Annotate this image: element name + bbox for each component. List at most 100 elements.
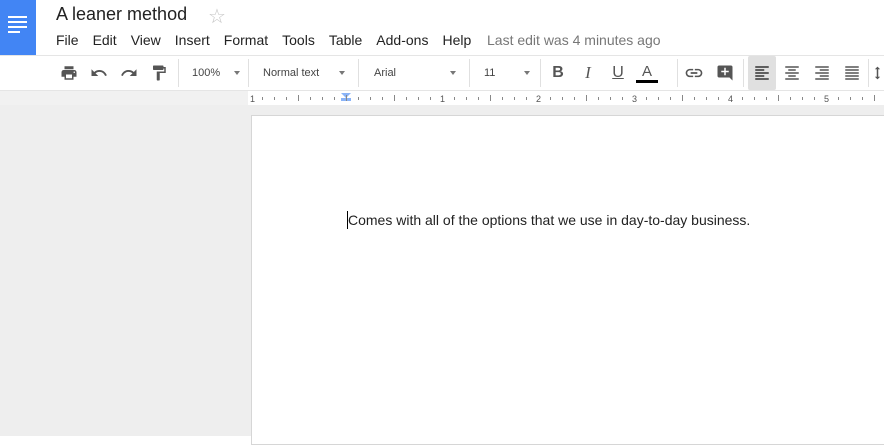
- ruler-tick: [706, 97, 707, 100]
- ruler-tick: [646, 97, 647, 100]
- undo-icon[interactable]: [87, 56, 111, 90]
- ruler-tick: [262, 97, 263, 100]
- chevron-down-icon: [450, 71, 456, 75]
- toolbar-separator: [358, 59, 359, 87]
- ruler-tick: [298, 95, 299, 101]
- docs-home-icon[interactable]: [0, 0, 36, 55]
- font-family-value: Arial: [374, 67, 397, 79]
- ruler-label: 5: [824, 94, 829, 104]
- toolbar-separator: [178, 59, 179, 87]
- text-cursor: [347, 211, 348, 229]
- ruler-tick: [430, 97, 431, 100]
- ruler-tick: [478, 97, 479, 100]
- zoom-value: 100%: [192, 67, 221, 79]
- toolbar-separator: [868, 59, 869, 87]
- bold-icon[interactable]: B: [546, 56, 570, 90]
- document-body-text[interactable]: Comes with all of the options that we us…: [348, 211, 750, 229]
- ruler-label: 3: [632, 94, 637, 104]
- line-spacing-icon[interactable]: [873, 56, 884, 90]
- ruler-tick: [418, 97, 419, 100]
- text-color-icon[interactable]: A: [634, 56, 660, 90]
- ruler-label: 1: [440, 94, 445, 104]
- last-edit-status[interactable]: Last edit was 4 minutes ago: [487, 31, 661, 49]
- toolbar-separator: [248, 59, 249, 87]
- menu-table[interactable]: Table: [322, 31, 369, 49]
- ruler-tick: [658, 97, 659, 100]
- ruler-tick: [490, 95, 491, 101]
- ruler-tick: [718, 97, 719, 100]
- toolbar: 100% Normal text Arial 11 B I U A: [0, 55, 884, 91]
- add-comment-icon[interactable]: [713, 56, 737, 90]
- ruler-tick: [838, 97, 839, 100]
- ruler-tick: [682, 95, 683, 101]
- ruler-tick: [802, 97, 803, 100]
- text-color-glyph: A: [641, 62, 652, 80]
- menu-insert[interactable]: Insert: [168, 31, 217, 49]
- ruler-tick: [610, 97, 611, 100]
- align-center-icon[interactable]: [780, 56, 804, 90]
- document-title[interactable]: A leaner method: [56, 4, 187, 25]
- chevron-down-icon: [524, 71, 530, 75]
- ruler-tick: [850, 97, 851, 100]
- underline-icon[interactable]: U: [606, 56, 630, 90]
- ruler-tick: [586, 95, 587, 101]
- ruler-tick: [814, 97, 815, 100]
- ruler-tick: [598, 97, 599, 100]
- font-size-select[interactable]: 11: [484, 56, 530, 90]
- document-page[interactable]: [251, 115, 884, 445]
- ruler-tick: [502, 97, 503, 100]
- redo-icon[interactable]: [117, 56, 141, 90]
- star-icon[interactable]: ☆: [208, 4, 226, 29]
- ruler-tick: [286, 97, 287, 100]
- ruler-tick: [562, 97, 563, 100]
- ruler-ticks: 1 1 2 3 4 5: [250, 93, 875, 104]
- ruler-tick: [526, 97, 527, 100]
- italic-icon[interactable]: I: [576, 56, 600, 90]
- ruler-tick: [310, 97, 311, 100]
- menu-file[interactable]: File: [49, 31, 86, 49]
- ruler-tick: [742, 97, 743, 100]
- menu-bar: File Edit View Insert Format Tools Table…: [49, 31, 478, 49]
- paragraph-style-value: Normal text: [263, 67, 320, 79]
- ruler-tick: [694, 97, 695, 100]
- ruler-tick: [406, 97, 407, 100]
- print-icon[interactable]: [57, 56, 81, 90]
- toolbar-separator: [677, 59, 678, 87]
- toolbar-separator: [469, 59, 470, 87]
- link-icon[interactable]: [682, 56, 706, 90]
- ruler-tick: [346, 95, 347, 101]
- font-family-select[interactable]: Arial: [374, 56, 456, 90]
- paint-format-icon[interactable]: [147, 56, 171, 90]
- ruler-label: 1: [250, 94, 255, 104]
- horizontal-ruler[interactable]: 1 1 2 3 4 5: [248, 91, 884, 106]
- zoom-select[interactable]: 100%: [192, 56, 240, 90]
- ruler-tick: [778, 95, 779, 101]
- ruler-tick: [514, 97, 515, 100]
- ruler-tick: [382, 97, 383, 100]
- menu-view[interactable]: View: [124, 31, 168, 49]
- paragraph-style-select[interactable]: Normal text: [263, 56, 345, 90]
- menu-addons[interactable]: Add-ons: [369, 31, 435, 49]
- font-size-value: 11: [484, 67, 496, 79]
- ruler-label: 4: [728, 94, 733, 104]
- ruler-tick: [466, 97, 467, 100]
- menu-edit[interactable]: Edit: [86, 31, 124, 49]
- ruler-tick: [790, 97, 791, 100]
- chevron-down-icon: [339, 71, 345, 75]
- ruler-tick: [754, 97, 755, 100]
- ruler-tick: [622, 97, 623, 100]
- chevron-down-icon: [234, 71, 240, 75]
- text-color-swatch: [636, 79, 658, 83]
- align-right-icon[interactable]: [810, 56, 834, 90]
- toolbar-separator: [540, 59, 541, 87]
- align-justify-icon[interactable]: [840, 56, 864, 90]
- menu-tools[interactable]: Tools: [275, 31, 322, 49]
- toolbar-separator: [743, 59, 744, 87]
- ruler-tick: [862, 97, 863, 100]
- ruler-tick: [322, 97, 323, 100]
- align-left-icon[interactable]: [748, 56, 776, 90]
- menu-format[interactable]: Format: [217, 31, 275, 49]
- ruler-tick: [358, 97, 359, 100]
- menu-help[interactable]: Help: [435, 31, 478, 49]
- ruler-tick: [550, 97, 551, 100]
